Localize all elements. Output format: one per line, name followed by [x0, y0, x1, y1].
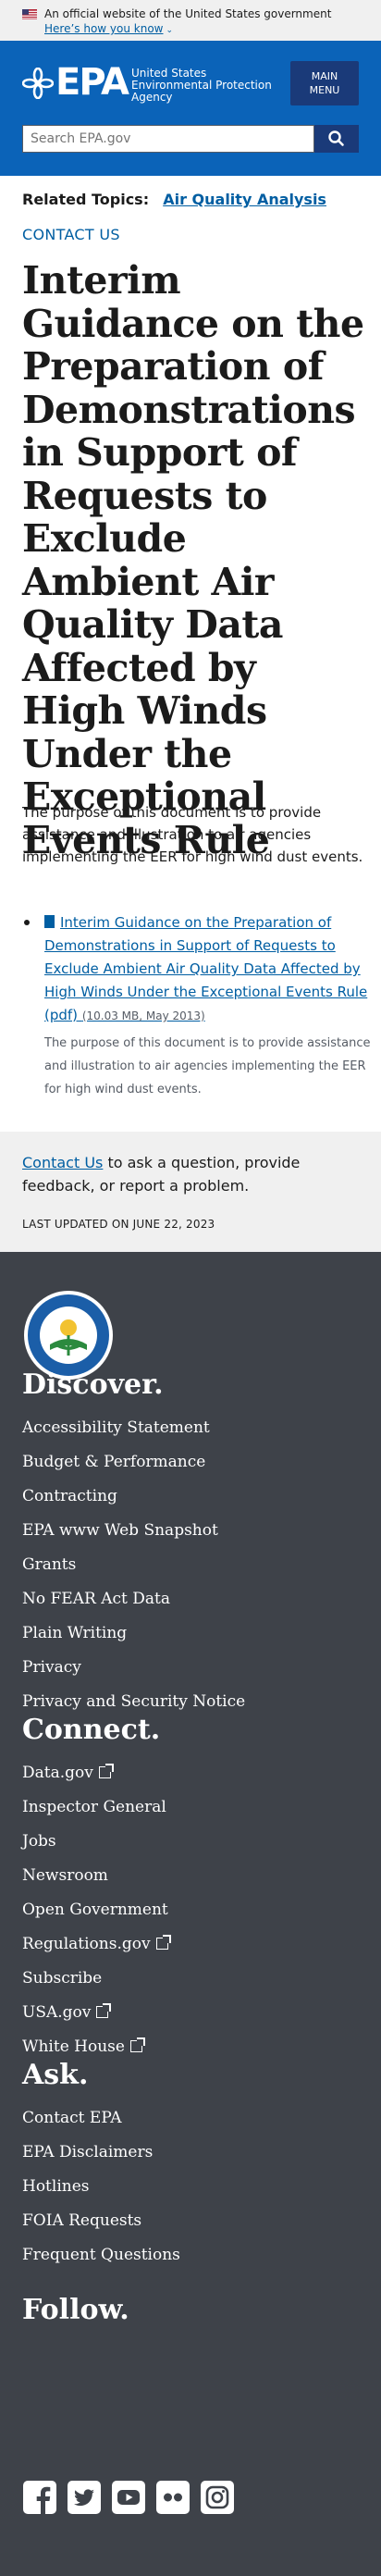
- footer-link-web-snapshot[interactable]: EPA www Web Snapshot: [22, 1517, 355, 1552]
- related-topic-link[interactable]: Air Quality Analysis: [163, 191, 326, 208]
- site-footer: Discover. Accessibility Statement Budget…: [0, 1252, 381, 2576]
- footer-link-white-house-label: White House: [22, 2037, 125, 2056]
- pdf-file-icon: [44, 915, 55, 928]
- document-description: The purpose of this document is to provi…: [44, 1036, 371, 1096]
- list-bullet: [24, 920, 30, 925]
- document-pdf-link[interactable]: Interim Guidance on the Preparation of D…: [44, 911, 381, 1028]
- external-link-icon: [155, 1935, 171, 1950]
- follow-heading: Follow.: [22, 2294, 129, 2326]
- footer-link-accessibility[interactable]: Accessibility Statement: [22, 1415, 355, 1449]
- footer-link-usa-gov-label: USA.gov: [22, 2003, 92, 2022]
- footer-link-hotlines[interactable]: Hotlines: [22, 2174, 355, 2208]
- official-website-text: An official website of the United States…: [44, 7, 332, 20]
- footer-link-budget[interactable]: Budget & Performance: [22, 1449, 355, 1483]
- footer-link-regulations-gov[interactable]: Regulations.gov: [22, 1931, 355, 1965]
- agency-name: United States Environmental Protection A…: [131, 68, 272, 104]
- footer-link-contracting[interactable]: Contracting: [22, 1483, 355, 1517]
- twitter-icon[interactable]: [67, 2480, 102, 2515]
- chevron-down-icon: ⌄: [166, 26, 174, 35]
- footer-link-usa-gov[interactable]: USA.gov: [22, 2000, 355, 2034]
- ask-heading: Ask.: [22, 2059, 89, 2091]
- search-input[interactable]: Search EPA.gov: [22, 125, 314, 153]
- gov-banner: An official website of the United States…: [0, 0, 381, 41]
- how-you-know-link[interactable]: Here’s how you know ⌄: [44, 21, 173, 38]
- footer-link-inspector-general[interactable]: Inspector General: [22, 1794, 355, 1828]
- agency-name-line3: Agency: [131, 91, 173, 104]
- footer-link-newsroom[interactable]: Newsroom: [22, 1863, 355, 1897]
- footer-link-subscribe[interactable]: Subscribe: [22, 1965, 355, 2000]
- page-title: Interim Guidance on the Preparation of D…: [22, 258, 364, 862]
- main-menu-line2: MENU: [309, 84, 340, 96]
- contact-us-link[interactable]: CONTACT US: [22, 224, 120, 246]
- footer-link-disclaimers[interactable]: EPA Disclaimers: [22, 2139, 355, 2174]
- footer-link-data-gov[interactable]: Data.gov: [22, 1760, 355, 1794]
- footer-link-regulations-gov-label: Regulations.gov: [22, 1935, 151, 1953]
- related-topics: Related Topics: Air Quality Analysis: [22, 189, 326, 211]
- discover-heading: Discover.: [22, 1368, 164, 1401]
- search-icon: [328, 130, 344, 146]
- contact-us-inline-link[interactable]: Contact Us: [22, 1154, 103, 1171]
- us-flag-icon: [22, 9, 37, 19]
- flickr-icon[interactable]: [155, 2480, 190, 2515]
- search-button[interactable]: [314, 125, 359, 153]
- footer-link-privacy[interactable]: Privacy: [22, 1654, 355, 1689]
- instagram-icon[interactable]: [200, 2480, 235, 2515]
- external-link-icon: [129, 2037, 145, 2052]
- footer-link-no-fear[interactable]: No FEAR Act Data: [22, 1586, 355, 1620]
- footer-link-jobs[interactable]: Jobs: [22, 1828, 355, 1863]
- footer-link-foia[interactable]: FOIA Requests: [22, 2208, 355, 2242]
- last-updated: LAST UPDATED ON JUNE 22, 2023: [22, 1218, 215, 1231]
- main-menu-button[interactable]: MAIN MENU: [290, 61, 359, 105]
- footer-link-faq[interactable]: Frequent Questions: [22, 2242, 355, 2276]
- contact-text: Contact Us to ask a question, provide fe…: [22, 1151, 364, 1197]
- discover-links: Accessibility Statement Budget & Perform…: [22, 1415, 355, 1723]
- external-link-icon: [98, 1764, 114, 1778]
- youtube-icon[interactable]: [111, 2480, 146, 2515]
- contact-box: Contact Us to ask a question, provide fe…: [0, 1132, 381, 1252]
- footer-link-plain-writing[interactable]: Plain Writing: [22, 1620, 355, 1654]
- footer-link-data-gov-label: Data.gov: [22, 1764, 93, 1782]
- document-meta: (10.03 MB, May 2013): [81, 1009, 205, 1022]
- how-you-know-label: Here’s how you know: [44, 22, 164, 35]
- epa-logo-text[interactable]: EPA: [55, 61, 129, 104]
- footer-link-open-government[interactable]: Open Government: [22, 1897, 355, 1931]
- footer-link-grants[interactable]: Grants: [22, 1552, 355, 1586]
- connect-heading: Connect.: [22, 1714, 161, 1746]
- ask-links: Contact EPA EPA Disclaimers Hotlines FOI…: [22, 2105, 355, 2276]
- footer-link-contact-epa[interactable]: Contact EPA: [22, 2105, 355, 2139]
- facebook-icon[interactable]: [22, 2480, 57, 2515]
- related-topics-label: Related Topics:: [22, 191, 150, 208]
- intro-paragraph: The purpose of this document is to provi…: [22, 804, 363, 865]
- external-link-icon: [96, 2003, 112, 2018]
- epa-flower-icon: [22, 68, 54, 99]
- main-menu-line1: MAIN: [311, 70, 338, 82]
- connect-links: Data.gov Inspector General Jobs Newsroom…: [22, 1760, 355, 2068]
- document-link-text: Interim Guidance on the Preparation of D…: [44, 914, 368, 1023]
